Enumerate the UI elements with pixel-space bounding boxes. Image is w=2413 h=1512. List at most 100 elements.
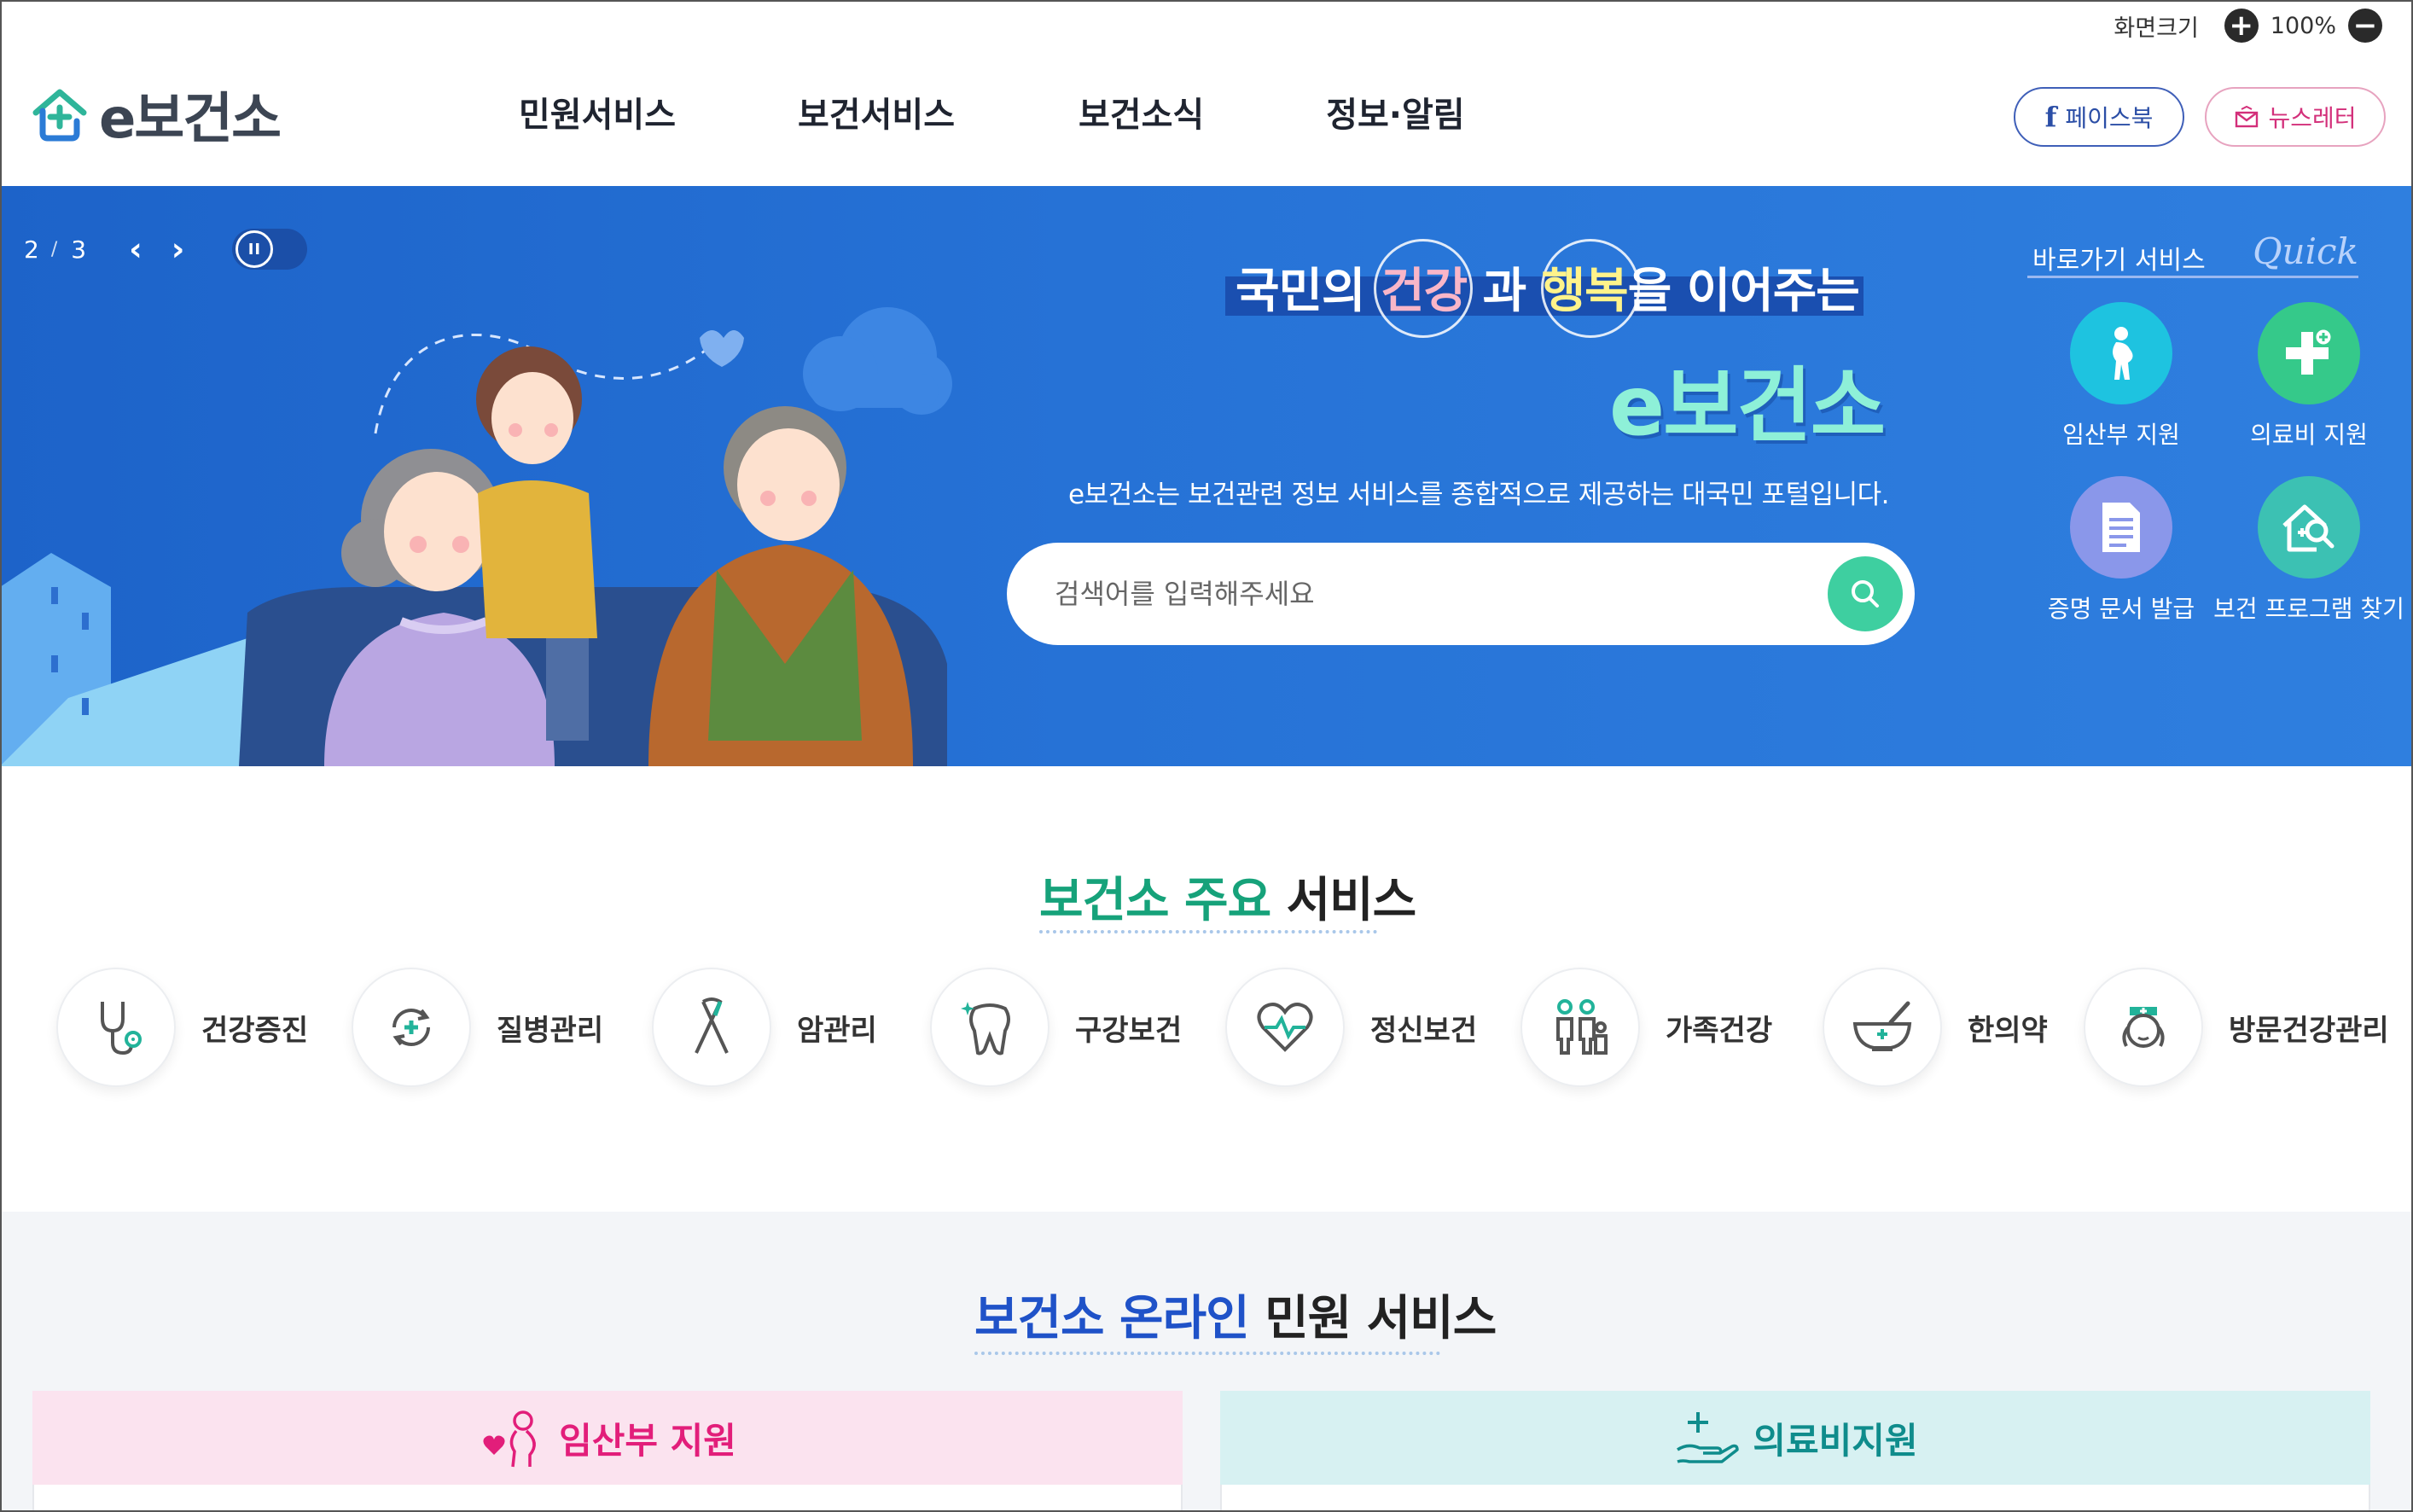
main-services-title-rest: 서비스 (1286, 873, 1417, 928)
program-search-icon (2258, 476, 2360, 579)
zoom-value: 100% (2270, 12, 2336, 39)
quick-label: 증명 문서 발급 (2047, 595, 2195, 623)
hero-description: e보건소는 보건관련 정보 서비스를 종합적으로 제공하는 대국민 포털입니다. (1068, 480, 1890, 510)
social-links: f 페이스북 뉴스레터 (2014, 87, 2386, 147)
newsletter-button[interactable]: 뉴스레터 (2205, 87, 2386, 147)
quick-header: 바로가기 서비스 Quick (2027, 230, 2358, 278)
slide-controls: 2 / 3 ‹ › II (24, 229, 308, 270)
facebook-label: 페이스북 (2065, 104, 2154, 132)
title-underline (974, 1352, 1440, 1355)
search-input[interactable] (1055, 570, 1788, 618)
headline-text: 국민의 건강 과 행복을 이어주는 (1236, 253, 1860, 322)
search-button[interactable] (1828, 556, 1903, 631)
main-services-list: 건강증진 질병관리 암관리 구강보건 정신보건 가족건강 한의약 방문건강관리 (56, 968, 2389, 1092)
pregnant-icon (2070, 302, 2172, 404)
service-label: 구강보건 (1075, 1013, 1183, 1048)
title-underline (1039, 930, 1377, 933)
service-disease[interactable]: 질병관리 (352, 968, 603, 1087)
chevron-left-icon[interactable]: ‹ (129, 230, 142, 268)
heart-pulse-icon (1225, 968, 1345, 1087)
newsletter-label: 뉴스레터 (2268, 104, 2357, 132)
card-body (32, 1485, 1183, 1512)
service-mental[interactable]: 정신보건 (1225, 968, 1477, 1087)
zoom-label: 화면크기 (2114, 15, 2199, 42)
quick-label: 보건 프로그램 찾기 (2213, 595, 2404, 623)
quick-title: 바로가기 서비스 (2032, 246, 2206, 276)
mortar-bowl-icon (1823, 968, 1942, 1087)
service-label: 정신보건 (1370, 1013, 1478, 1048)
tooth-icon (930, 968, 1050, 1087)
card-label: 의료비지원 (1753, 1419, 1918, 1462)
headline-pre: 국민의 (1236, 264, 1366, 319)
nav-item-civil[interactable]: 민원서비스 (519, 87, 676, 137)
stethoscope-icon (56, 968, 176, 1087)
service-label: 방문건강관리 (2229, 1013, 2389, 1048)
service-label: 질병관리 (497, 1013, 604, 1048)
site-logo[interactable]: e보건소 (29, 75, 282, 154)
medical-plus-icon (2258, 302, 2360, 404)
quick-item-pregnant[interactable]: 임산부 지원 (2027, 302, 2215, 451)
hand-plus-icon (1677, 1412, 1740, 1463)
hero-headline: 국민의 건강 과 행복을 이어주는 (1225, 239, 1864, 338)
slide-total: 3 (71, 235, 87, 264)
online-services-title-rest: 민원 서비스 (1265, 1291, 1497, 1346)
hero-banner: 2 / 3 ‹ › II 국민의 건강 과 행복을 이어주는 e보건소 e보건소… (0, 186, 2413, 766)
service-label: 가족건강 (1666, 1013, 1773, 1048)
nurse-icon (2084, 968, 2203, 1087)
headline-happiness: 행복 (1541, 264, 1629, 319)
card-header: 의료비지원 (1220, 1391, 2370, 1485)
main-nav: 민원서비스 보건서비스 보건소식 정보·알림 (519, 87, 1587, 137)
card-medical-support[interactable]: 의료비지원 (1220, 1391, 2370, 1512)
hero-title: e보건소 (1609, 358, 1886, 454)
service-label: 암관리 (797, 1013, 877, 1048)
nav-item-news[interactable]: 보건소식 (1079, 87, 1204, 137)
search-bar (1007, 543, 1915, 645)
service-label: 한의약 (1968, 1013, 2048, 1048)
disease-cycle-icon (352, 968, 471, 1087)
headline-mid: 과 (1482, 264, 1527, 319)
quick-label: 임산부 지원 (2062, 421, 2180, 449)
card-header: 임산부 지원 (32, 1391, 1183, 1485)
quick-label: 의료비 지원 (2250, 421, 2368, 449)
chevron-right-icon[interactable]: › (172, 230, 185, 268)
service-home-visit[interactable]: 방문건강관리 (2084, 968, 2389, 1087)
nav-item-health[interactable]: 보건서비스 (798, 87, 955, 137)
nav-item-info[interactable]: 정보·알림 (1326, 87, 1464, 137)
headline-health: 건강 (1381, 264, 1468, 319)
slide-separator: / (50, 238, 58, 260)
card-label: 임산부 지원 (559, 1419, 736, 1462)
zoom-control: 화면크기 + 100% − (2114, 9, 2382, 43)
online-services-title-accent: 보건소 온라인 (974, 1291, 1250, 1346)
main-services-title-accent: 보건소 주요 (1039, 873, 1271, 928)
service-label: 건강증진 (201, 1013, 309, 1048)
headline-post: 을 이어주는 (1627, 264, 1860, 319)
main-services-title: 보건소 주요 서비스 (1039, 862, 1416, 931)
service-cancer[interactable]: 암관리 (652, 968, 877, 1087)
quick-grid: 임산부 지원 의료비 지원 증명 문서 발급 보건 프로그램 찾기 (2027, 302, 2404, 625)
online-services-title: 보건소 온라인 민원 서비스 (974, 1280, 1497, 1349)
service-oral[interactable]: 구강보건 (930, 968, 1182, 1087)
quick-item-medical[interactable]: 의료비 지원 (2215, 302, 2403, 451)
hero-illustration (0, 307, 952, 766)
zoom-in-button[interactable]: + (2224, 9, 2259, 43)
facebook-button[interactable]: f 페이스북 (2014, 87, 2184, 147)
document-icon (2070, 476, 2172, 579)
quick-services: 바로가기 서비스 Quick 임산부 지원 의료비 지원 증명 문서 발급 보건… (2027, 230, 2404, 623)
pause-icon: II (235, 230, 274, 268)
house-plus-icon (32, 89, 87, 142)
autoplay-toggle[interactable]: II (232, 229, 308, 270)
card-pregnant-support[interactable]: 임산부 지원 (32, 1391, 1183, 1512)
family-icon (1520, 968, 1640, 1087)
newsletter-icon (2236, 106, 2259, 128)
service-oriental-medicine[interactable]: 한의약 (1823, 968, 2048, 1087)
quick-item-program[interactable]: 보건 프로그램 찾기 (2213, 476, 2404, 625)
quick-script: Quick (2253, 230, 2358, 272)
facebook-icon: f (2044, 101, 2057, 133)
service-family[interactable]: 가족건강 (1520, 968, 1772, 1087)
quick-item-document[interactable]: 증명 문서 발급 (2027, 476, 2215, 625)
logo-text: e보건소 (99, 88, 282, 151)
slide-current: 2 (24, 235, 39, 264)
zoom-out-button[interactable]: − (2348, 9, 2382, 43)
service-health-promotion[interactable]: 건강증진 (56, 968, 308, 1087)
pregnant-heart-icon (483, 1410, 536, 1468)
